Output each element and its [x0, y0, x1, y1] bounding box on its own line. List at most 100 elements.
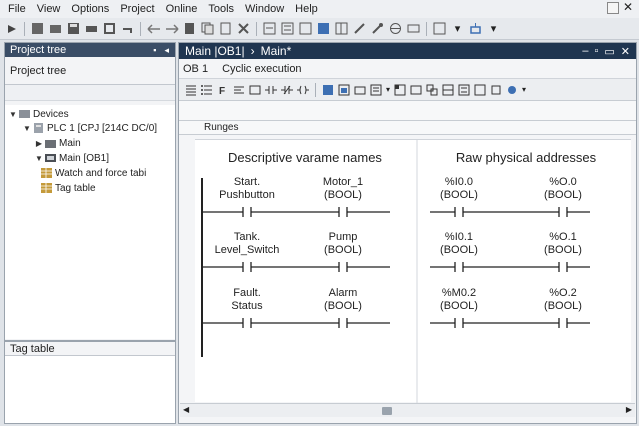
ladder-rung[interactable]: Start.Pushbutton Motor_1(BOOL): [202, 176, 390, 217]
symbolic-icon[interactable]: [426, 84, 438, 96]
undo-icon[interactable]: [120, 21, 135, 36]
open-project-icon[interactable]: [48, 21, 63, 36]
ladder-rung[interactable]: %I0.0(BOOL)%O.0(BOOL): [430, 176, 590, 217]
input-contact[interactable]: [242, 262, 252, 272]
restore-icon[interactable]: [607, 2, 619, 14]
expand-arrow-icon[interactable]: ▼: [9, 110, 17, 119]
close-branch-icon[interactable]: [354, 84, 366, 96]
upload-icon[interactable]: [298, 21, 313, 36]
tree-node-main-folder[interactable]: ▶ Main: [35, 136, 81, 150]
input-contact[interactable]: [454, 262, 464, 272]
output-contact[interactable]: [338, 318, 348, 328]
dropdown-arrow-icon[interactable]: ▾: [486, 21, 501, 36]
menu-online[interactable]: Online: [162, 3, 205, 15]
minimize-icon[interactable]: –: [582, 45, 588, 58]
stop-cpu-icon[interactable]: [388, 21, 403, 36]
go-offline-icon[interactable]: [334, 21, 349, 36]
bullet-list-icon[interactable]: [201, 84, 213, 96]
ladder-rung[interactable]: %M0.2(BOOL)%O.2(BOOL): [430, 287, 590, 328]
expand-arrow-icon[interactable]: ▼: [23, 124, 31, 133]
restore-icon[interactable]: ▫: [594, 45, 598, 58]
output-contact[interactable]: [558, 262, 568, 272]
ladder-rung[interactable]: %I0.1(BOOL)%O.1(BOOL): [430, 231, 590, 272]
go-online-icon[interactable]: [316, 21, 331, 36]
contact-no-icon[interactable]: [265, 84, 277, 96]
goto-icon[interactable]: [506, 84, 518, 96]
close-project-icon[interactable]: [102, 21, 117, 36]
new-project-icon[interactable]: [30, 21, 45, 36]
expand-arrow-icon[interactable]: ▶: [35, 139, 43, 148]
contact-nc-icon[interactable]: [281, 84, 293, 96]
output-contact[interactable]: [558, 207, 568, 217]
list-icon[interactable]: [185, 84, 197, 96]
tree-node-watch-table[interactable]: Watch and force tabi: [39, 166, 146, 180]
comment-icon[interactable]: [458, 84, 470, 96]
menu-help[interactable]: Help: [291, 3, 325, 15]
coil-icon[interactable]: [297, 84, 309, 96]
input-contact[interactable]: [454, 318, 464, 328]
menu-project[interactable]: Project: [116, 3, 161, 15]
input-contact[interactable]: [242, 318, 252, 328]
save-icon[interactable]: [66, 21, 81, 36]
box-icon[interactable]: [322, 84, 334, 96]
print-icon[interactable]: [84, 21, 99, 36]
scrollbar-thumb[interactable]: [382, 407, 392, 415]
tree-node-tag-table[interactable]: Tag table: [39, 181, 96, 195]
network-icon[interactable]: [468, 21, 483, 36]
menu-options[interactable]: Options: [67, 3, 116, 15]
output-contact[interactable]: [338, 262, 348, 272]
cut-icon[interactable]: [182, 21, 197, 36]
expand-arrow-icon[interactable]: ▼: [35, 154, 43, 163]
copy-icon[interactable]: [200, 21, 215, 36]
collapse-panel-icon[interactable]: ▪: [153, 45, 156, 56]
close-icon[interactable]: ✕: [623, 0, 635, 14]
output-contact[interactable]: [338, 207, 348, 217]
pin-panel-icon[interactable]: ◂: [164, 45, 169, 56]
network-title-icon[interactable]: [474, 84, 486, 96]
absolute-icon[interactable]: [410, 84, 422, 96]
menu-bar: File View Options Project Online Tools W…: [0, 0, 639, 18]
arrow-left-icon[interactable]: [146, 21, 161, 36]
accessible-devices-icon[interactable]: [352, 21, 367, 36]
zoom-icon[interactable]: [490, 84, 502, 96]
menu-file[interactable]: File: [4, 3, 33, 15]
ladder-rung[interactable]: Tank.Level_Switch Pump(BOOL): [202, 231, 390, 272]
close-editor-icon[interactable]: ✕: [621, 45, 630, 58]
output-contact[interactable]: [558, 318, 568, 328]
network-insert-icon[interactable]: [249, 84, 261, 96]
scroll-right-icon[interactable]: ▶: [626, 405, 632, 414]
float-icon[interactable]: ▭: [604, 45, 614, 58]
tree-node-plc[interactable]: ▼ PLC 1 [CPJ [214C DC/0]: [23, 121, 157, 135]
breadcrumb-main[interactable]: Main*: [261, 44, 292, 58]
align-icon[interactable]: [233, 84, 245, 96]
start-cpu-icon[interactable]: [370, 21, 385, 36]
split-editor-icon[interactable]: [432, 21, 447, 36]
dropdown-arrow-icon[interactable]: ▾: [386, 85, 390, 94]
arrow-right-icon[interactable]: [164, 21, 179, 36]
run-icon[interactable]: [4, 21, 19, 36]
dropdown-arrow-icon[interactable]: ▾: [450, 21, 465, 36]
download-icon[interactable]: [280, 21, 295, 36]
horizontal-scrollbar[interactable]: ◀ ▶: [180, 403, 635, 417]
monitor-icon[interactable]: [394, 84, 406, 96]
compile-icon[interactable]: [262, 21, 277, 36]
output-tag-label: Pump: [329, 231, 358, 243]
tree-node-main-ob1[interactable]: ▼ Main [OB1]: [35, 151, 109, 165]
paste-icon[interactable]: [218, 21, 233, 36]
menu-window[interactable]: Window: [241, 3, 291, 15]
menu-tools[interactable]: Tools: [204, 3, 241, 15]
input-contact[interactable]: [242, 207, 252, 217]
open-branch-icon[interactable]: [338, 84, 350, 96]
favorites-icon[interactable]: [442, 84, 454, 96]
cross-reference-icon[interactable]: [406, 21, 421, 36]
breadcrumb-block[interactable]: Main |OB1|: [185, 44, 245, 58]
menu-view[interactable]: View: [33, 3, 68, 15]
tree-node-devices[interactable]: ▼ Devices: [9, 107, 69, 121]
scroll-left-icon[interactable]: ◀: [183, 405, 189, 414]
input-contact[interactable]: [454, 207, 464, 217]
ladder-rung[interactable]: Fault.Status Alarm(BOOL): [202, 287, 390, 328]
delete-icon[interactable]: [236, 21, 251, 36]
menu-lines-icon[interactable]: [370, 84, 382, 96]
dropdown-arrow-icon[interactable]: ▾: [522, 85, 526, 94]
function-icon[interactable]: F: [217, 84, 229, 96]
